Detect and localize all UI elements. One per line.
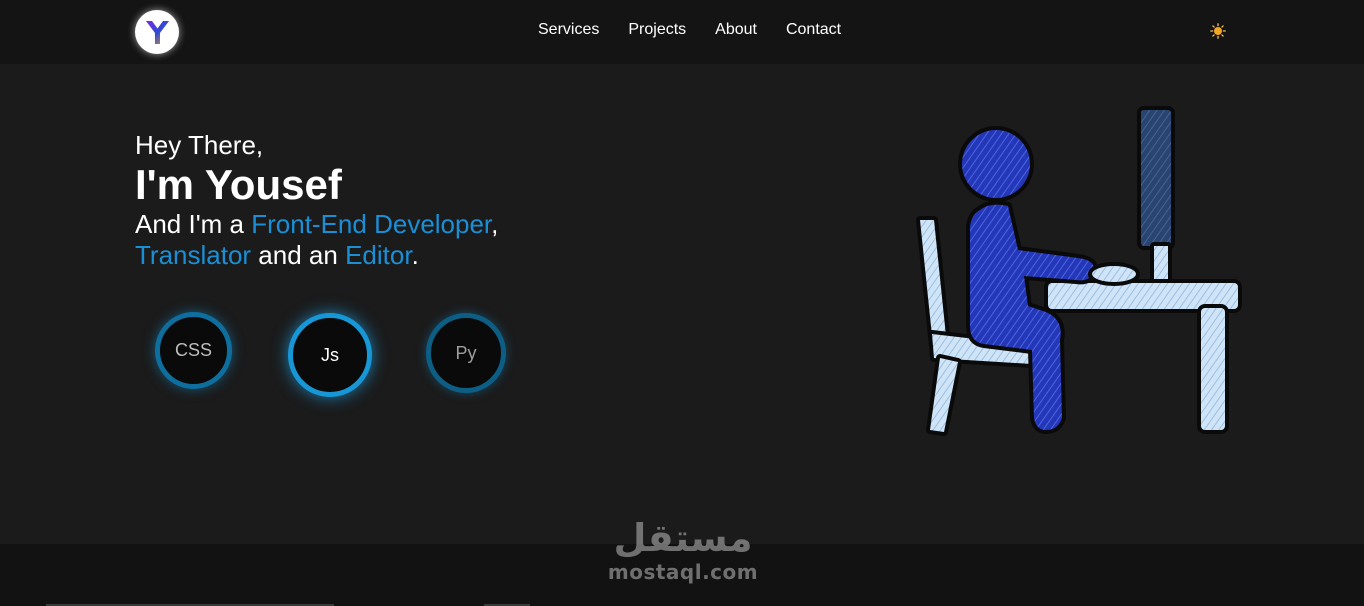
skill-badge-js[interactable]: Js: [288, 313, 372, 397]
watermark-latin-text: mostaql.com: [607, 560, 759, 584]
role-translator: Translator: [135, 240, 252, 270]
role-prefix: And I'm a: [135, 209, 252, 239]
role-end: .: [411, 240, 419, 270]
logo[interactable]: [135, 10, 179, 54]
sun-icon: [1210, 23, 1226, 39]
logo-y-icon: [146, 21, 169, 44]
hero-greeting: Hey There,: [135, 130, 264, 160]
role-connector: and an: [251, 240, 346, 270]
role-suffix: ,: [491, 209, 499, 239]
theme-toggle-button[interactable]: [1209, 22, 1227, 40]
hero-name: I'm Yousef: [135, 161, 342, 208]
mostaql-watermark: مستقل mostaql.com: [600, 516, 766, 596]
developer-at-desk-illustration: [916, 106, 1242, 436]
role-front-end-developer: Front-End Developer: [251, 209, 492, 239]
nav-link-about[interactable]: About: [715, 21, 757, 39]
nav-link-projects[interactable]: Projects: [628, 21, 686, 39]
skill-badge-css[interactable]: CSS: [155, 312, 232, 389]
hero-role-line-1: And I'm a Front-End Developer,: [135, 209, 498, 240]
navbar: Services Projects About Contact: [0, 0, 1364, 64]
role-editor: Editor: [345, 240, 412, 270]
nav-link-services[interactable]: Services: [538, 21, 599, 39]
hero-role-line-2: Translator and an Editor.: [135, 240, 419, 271]
skill-badge-py[interactable]: Py: [426, 313, 506, 393]
main-nav: Services Projects About Contact: [538, 21, 870, 39]
nav-link-contact[interactable]: Contact: [786, 21, 841, 39]
watermark-arabic-text: مستقل: [613, 516, 753, 560]
